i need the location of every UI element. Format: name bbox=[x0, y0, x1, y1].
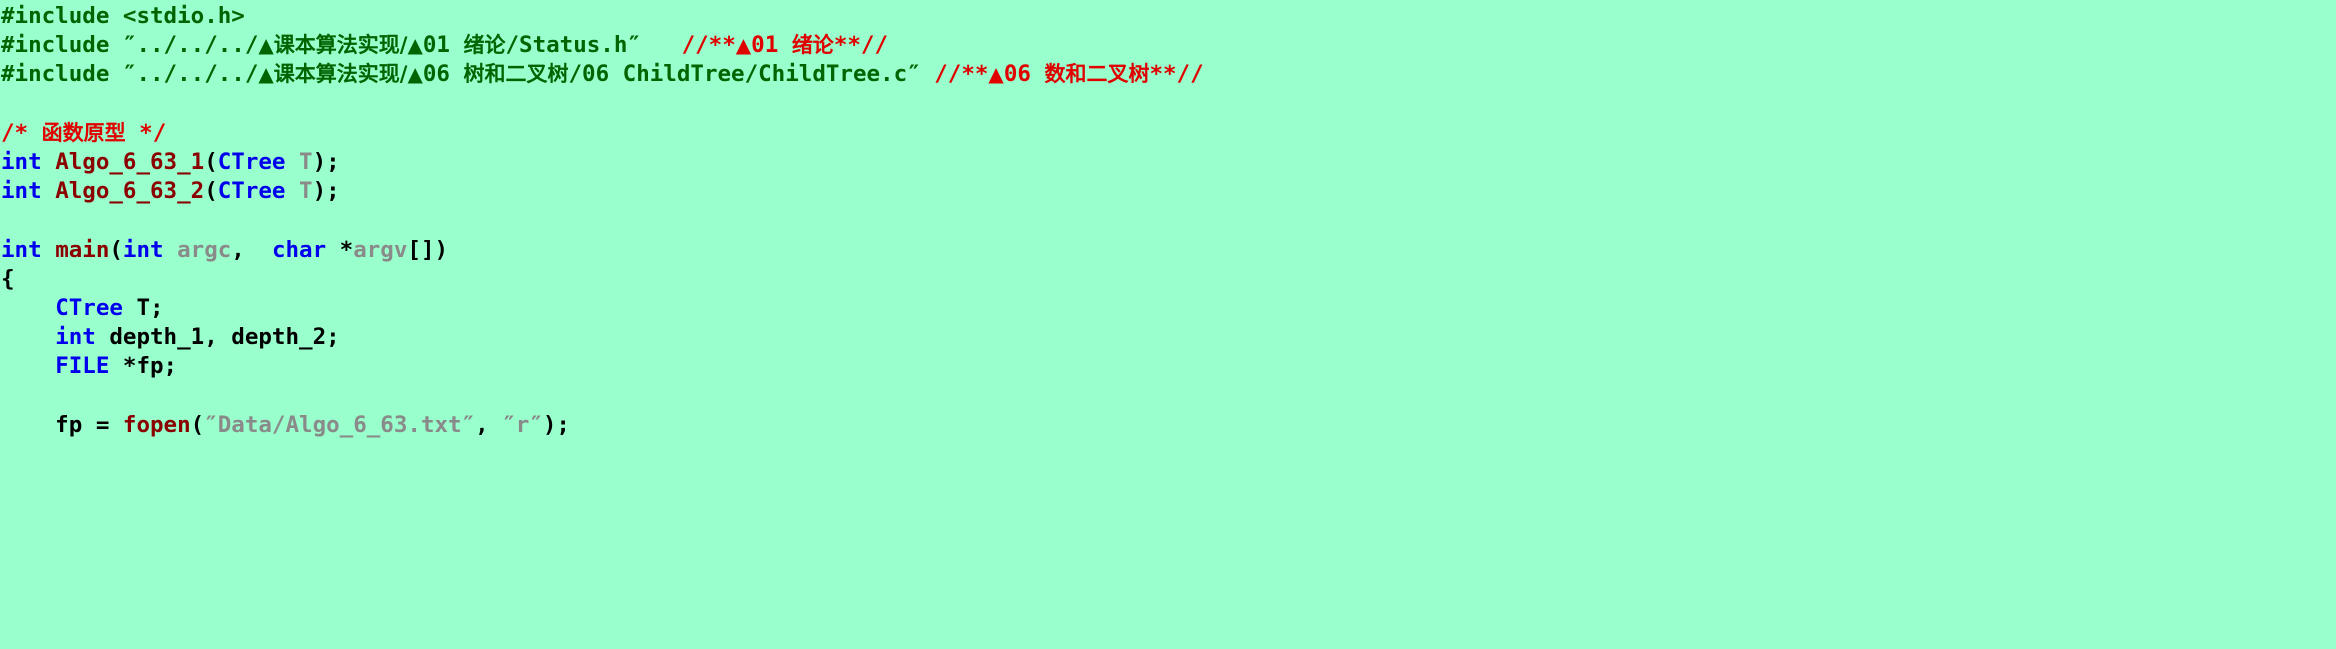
code-token-type: CTree bbox=[217, 178, 286, 205]
code-token-param: T bbox=[299, 178, 313, 205]
code-text-area[interactable]: #include <stdio.h> #include ″../../../▲课本… bbox=[0, 0, 2336, 440]
code-token-comment: 06 bbox=[1003, 61, 1045, 88]
code-line[interactable] bbox=[1, 381, 2336, 410]
code-token-preproc: 01 bbox=[422, 32, 464, 59]
code-token-func: main bbox=[55, 236, 110, 263]
code-token-preproc: 06 bbox=[422, 61, 464, 88]
code-line[interactable]: int Algo_6_63_1(CTree T); bbox=[1, 148, 2336, 177]
code-token-comment-tri: ▲ bbox=[988, 62, 1004, 87]
code-line[interactable]: { bbox=[1, 265, 2336, 294]
code-token-plain: ( bbox=[204, 148, 218, 175]
code-token-str-gray: ″Data/Algo_6_63.txt″ bbox=[204, 411, 476, 438]
code-token-type: CTree bbox=[55, 294, 123, 321]
code-token-comment: **// bbox=[833, 32, 888, 59]
code-token-comment: 01 bbox=[751, 32, 792, 59]
code-token-param: argc bbox=[177, 236, 232, 263]
code-line[interactable]: FILE *fp; bbox=[1, 352, 2336, 381]
code-token-plain: , bbox=[231, 236, 272, 263]
code-token-func: fopen bbox=[122, 411, 191, 438]
code-token-plain: depth_1, depth_2; bbox=[95, 324, 340, 351]
code-token-plain: ( bbox=[204, 178, 218, 205]
code-token-type: FILE bbox=[55, 353, 110, 380]
code-line[interactable]: #include <stdio.h> bbox=[1, 2, 2336, 31]
code-token-plain: []) bbox=[407, 236, 449, 263]
code-token-comment: /* bbox=[1, 119, 42, 146]
code-line[interactable]: #include ″../../../▲课本算法实现/▲06 树和二叉树/06 … bbox=[1, 60, 2336, 89]
code-line[interactable]: int Algo_6_63_2(CTree T); bbox=[1, 177, 2336, 206]
code-token-comment-cjk: 绪论 bbox=[791, 33, 834, 58]
code-token-comment: */ bbox=[125, 119, 167, 146]
code-token-preproc-cjk: 绪论 bbox=[463, 33, 506, 58]
code-token-comment-cjk: 数和二叉树 bbox=[1044, 62, 1150, 87]
code-line[interactable] bbox=[1, 90, 2336, 119]
code-token-preproc: #include ″../../../ bbox=[1, 32, 259, 59]
code-token-func: Algo_6_63_1 bbox=[55, 148, 205, 175]
code-token-preproc-cjk: 树和二叉树 bbox=[463, 62, 569, 87]
code-token-preproc-tri: ▲ bbox=[407, 33, 423, 58]
code-token-keyword: int bbox=[122, 236, 164, 263]
code-token-preproc: /06 ChildTree/ChildTree.c″ bbox=[568, 61, 921, 88]
code-token-type: CTree bbox=[217, 148, 286, 175]
code-token-plain: ); bbox=[312, 148, 340, 175]
code-token-comment: **// bbox=[1149, 61, 1204, 88]
code-token-keyword: int bbox=[1, 148, 42, 175]
code-line[interactable]: /* 函数原型 */ bbox=[1, 119, 2336, 148]
code-line[interactable]: int depth_1, depth_2; bbox=[1, 323, 2336, 352]
code-token-plain: ); bbox=[312, 178, 340, 205]
code-token-plain: *fp; bbox=[109, 353, 178, 380]
code-line[interactable]: CTree T; bbox=[1, 294, 2336, 323]
code-token-preproc-tri: ▲ bbox=[258, 33, 274, 58]
code-token-plain: ( bbox=[190, 411, 205, 438]
code-token-comment-cjk: 函数原型 bbox=[41, 120, 126, 145]
code-token-preproc: /Status.h″ bbox=[505, 32, 641, 59]
code-token-plain: , bbox=[475, 411, 503, 438]
code-token-plain: { bbox=[1, 265, 15, 292]
code-token-plain: T; bbox=[122, 294, 164, 321]
code-line[interactable]: int main(int argc, char *argv[]) bbox=[1, 236, 2336, 265]
code-editor-view[interactable]: #include <stdio.h> #include ″../../../▲课本… bbox=[0, 0, 2336, 649]
code-token-keyword: int bbox=[1, 178, 42, 205]
code-token-func: Algo_6_63_2 bbox=[55, 178, 205, 205]
code-token-preproc-tri: ▲ bbox=[258, 62, 274, 87]
code-token-keyword: int bbox=[55, 324, 96, 351]
code-line[interactable]: #include ″../../../▲课本算法实现/▲01 绪论/Status… bbox=[1, 31, 2336, 60]
code-token-comment: //** bbox=[920, 61, 989, 88]
code-token-comment: //** bbox=[640, 32, 736, 59]
code-token-keyword: char bbox=[271, 236, 327, 263]
code-token-preproc-cjk: 课本算法实现/ bbox=[273, 33, 408, 58]
code-token-preproc-tri: ▲ bbox=[407, 62, 423, 87]
code-line[interactable]: fp = fopen(″Data/Algo_6_63.txt″, ″r″); bbox=[1, 411, 2336, 440]
code-token-param: T bbox=[299, 148, 313, 175]
code-line[interactable] bbox=[1, 206, 2336, 235]
code-token-param: argv bbox=[353, 236, 408, 263]
code-token-plain: * bbox=[326, 236, 354, 263]
code-token-plain: ( bbox=[109, 236, 123, 263]
code-token-str-gray: ″r″ bbox=[502, 411, 543, 438]
code-token-plain: fp = bbox=[1, 411, 123, 438]
code-token-comment-tri: ▲ bbox=[735, 33, 752, 58]
code-token-keyword: int bbox=[1, 236, 42, 263]
code-token-preproc: #include <stdio.h> bbox=[1, 3, 245, 29]
code-token-preproc: #include ″../../../ bbox=[1, 61, 259, 88]
code-token-plain: ); bbox=[542, 411, 570, 438]
code-token-preproc-cjk: 课本算法实现/ bbox=[273, 62, 408, 87]
